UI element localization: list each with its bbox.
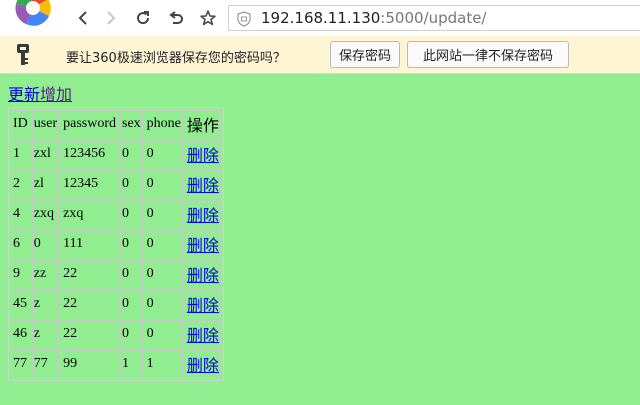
cell-id: 4 bbox=[11, 200, 30, 228]
table-row: 1 zxl 123456 0 0 删除 bbox=[11, 140, 221, 168]
cell-phone: 0 bbox=[144, 170, 183, 198]
table-row: 4 zxq zxq 0 0 删除 bbox=[11, 200, 221, 228]
address-host: 192.168.11.130 bbox=[261, 9, 381, 27]
cell-user: 0 bbox=[31, 230, 60, 258]
undo-button[interactable] bbox=[163, 6, 189, 30]
address-bar[interactable]: 192.168.11.130:5000/update/ bbox=[228, 5, 640, 31]
table-row: 2 zl 12345 0 0 删除 bbox=[11, 170, 221, 198]
delete-link[interactable]: 删除 bbox=[187, 148, 219, 165]
browser-logo-icon bbox=[6, 0, 60, 34]
shield-icon bbox=[237, 11, 251, 27]
cell-id: 46 bbox=[11, 320, 30, 348]
cell-phone: 0 bbox=[144, 140, 183, 168]
cell-sex: 0 bbox=[120, 140, 143, 168]
cell-action: 删除 bbox=[184, 290, 221, 318]
bookmark-button[interactable] bbox=[195, 6, 221, 30]
header-phone: phone bbox=[144, 110, 183, 138]
cell-phone: 0 bbox=[144, 260, 183, 288]
password-bar-message: 要让360极速浏览器保存您的密码吗？ bbox=[66, 51, 286, 66]
cell-sex: 0 bbox=[120, 230, 143, 258]
cell-id: 77 bbox=[11, 350, 30, 378]
star-icon bbox=[200, 10, 216, 26]
cell-user: zxq bbox=[31, 200, 60, 228]
update-link[interactable]: 更新 bbox=[8, 87, 40, 104]
cell-action: 删除 bbox=[184, 260, 221, 288]
table-header-row: ID user password sex phone 操作 bbox=[11, 110, 221, 138]
cell-sex: 0 bbox=[120, 320, 143, 348]
key-icon bbox=[17, 44, 29, 65]
cell-password: 111 bbox=[61, 230, 118, 258]
cell-password: 22 bbox=[61, 260, 118, 288]
back-button[interactable] bbox=[70, 6, 96, 30]
table-row: 45 z 22 0 0 删除 bbox=[11, 290, 221, 318]
cell-id: 45 bbox=[11, 290, 30, 318]
address-path: :5000/update/ bbox=[380, 9, 487, 27]
cell-user: 77 bbox=[31, 350, 60, 378]
forward-icon bbox=[107, 11, 116, 25]
header-user: user bbox=[31, 110, 60, 138]
cell-password: zxq bbox=[61, 200, 118, 228]
cell-sex: 1 bbox=[120, 350, 143, 378]
cell-user: zz bbox=[31, 260, 60, 288]
delete-link[interactable]: 删除 bbox=[187, 178, 219, 195]
delete-link[interactable]: 删除 bbox=[187, 268, 219, 285]
delete-link[interactable]: 删除 bbox=[187, 208, 219, 225]
cell-phone: 0 bbox=[144, 320, 183, 348]
cell-action: 删除 bbox=[184, 170, 221, 198]
header-action: 操作 bbox=[184, 110, 221, 138]
cell-action: 删除 bbox=[184, 350, 221, 378]
header-sex: sex bbox=[120, 110, 143, 138]
header-id: ID bbox=[11, 110, 30, 138]
delete-link[interactable]: 删除 bbox=[187, 298, 219, 315]
table-row: 6 0 111 0 0 删除 bbox=[11, 230, 221, 258]
cell-action: 删除 bbox=[184, 320, 221, 348]
user-table: ID user password sex phone 操作 1 zxl 1234… bbox=[8, 107, 224, 381]
cell-user: z bbox=[31, 290, 60, 318]
table-row: 46 z 22 0 0 删除 bbox=[11, 320, 221, 348]
address-url: 192.168.11.130:5000/update/ bbox=[261, 9, 486, 27]
cell-id: 1 bbox=[11, 140, 30, 168]
delete-link[interactable]: 删除 bbox=[187, 358, 219, 375]
cell-password: 12345 bbox=[61, 170, 118, 198]
cell-id: 6 bbox=[11, 230, 30, 258]
cell-user: zl bbox=[31, 170, 60, 198]
password-save-bar: 要让360极速浏览器保存您的密码吗？ 保存密码 此网站一律不保存密码 bbox=[0, 36, 640, 74]
cell-sex: 0 bbox=[120, 290, 143, 318]
cell-user: zxl bbox=[31, 140, 60, 168]
page-links: 更新增加 bbox=[8, 86, 224, 106]
cell-sex: 0 bbox=[120, 200, 143, 228]
save-password-button[interactable]: 保存密码 bbox=[330, 41, 400, 68]
back-icon bbox=[78, 11, 87, 25]
table-row: 9 zz 22 0 0 删除 bbox=[11, 260, 221, 288]
cell-action: 删除 bbox=[184, 140, 221, 168]
cell-phone: 0 bbox=[144, 290, 183, 318]
cell-password: 123456 bbox=[61, 140, 118, 168]
cell-phone: 0 bbox=[144, 200, 183, 228]
cell-action: 删除 bbox=[184, 200, 221, 228]
delete-link[interactable]: 删除 bbox=[187, 328, 219, 345]
forward-button[interactable] bbox=[98, 6, 124, 30]
cell-sex: 0 bbox=[120, 170, 143, 198]
browser-toolbar: 192.168.11.130:5000/update/ bbox=[0, 0, 640, 36]
undo-icon bbox=[169, 11, 183, 24]
cell-password: 99 bbox=[61, 350, 118, 378]
cell-phone: 1 bbox=[144, 350, 183, 378]
cell-id: 9 bbox=[11, 260, 30, 288]
cell-password: 22 bbox=[61, 290, 118, 318]
reload-button[interactable] bbox=[130, 6, 156, 30]
cell-action: 删除 bbox=[184, 230, 221, 258]
cell-user: z bbox=[31, 320, 60, 348]
reload-icon bbox=[137, 11, 150, 25]
header-password: password bbox=[61, 110, 118, 138]
cell-id: 2 bbox=[11, 170, 30, 198]
cell-phone: 0 bbox=[144, 230, 183, 258]
delete-link[interactable]: 删除 bbox=[187, 238, 219, 255]
never-save-password-button[interactable]: 此网站一律不保存密码 bbox=[407, 41, 569, 68]
page-content: 更新增加 ID user password sex phone 操作 1 zxl… bbox=[8, 86, 224, 381]
cell-password: 22 bbox=[61, 320, 118, 348]
add-link[interactable]: 增加 bbox=[40, 87, 72, 104]
table-row: 77 77 99 1 1 删除 bbox=[11, 350, 221, 378]
cell-sex: 0 bbox=[120, 260, 143, 288]
